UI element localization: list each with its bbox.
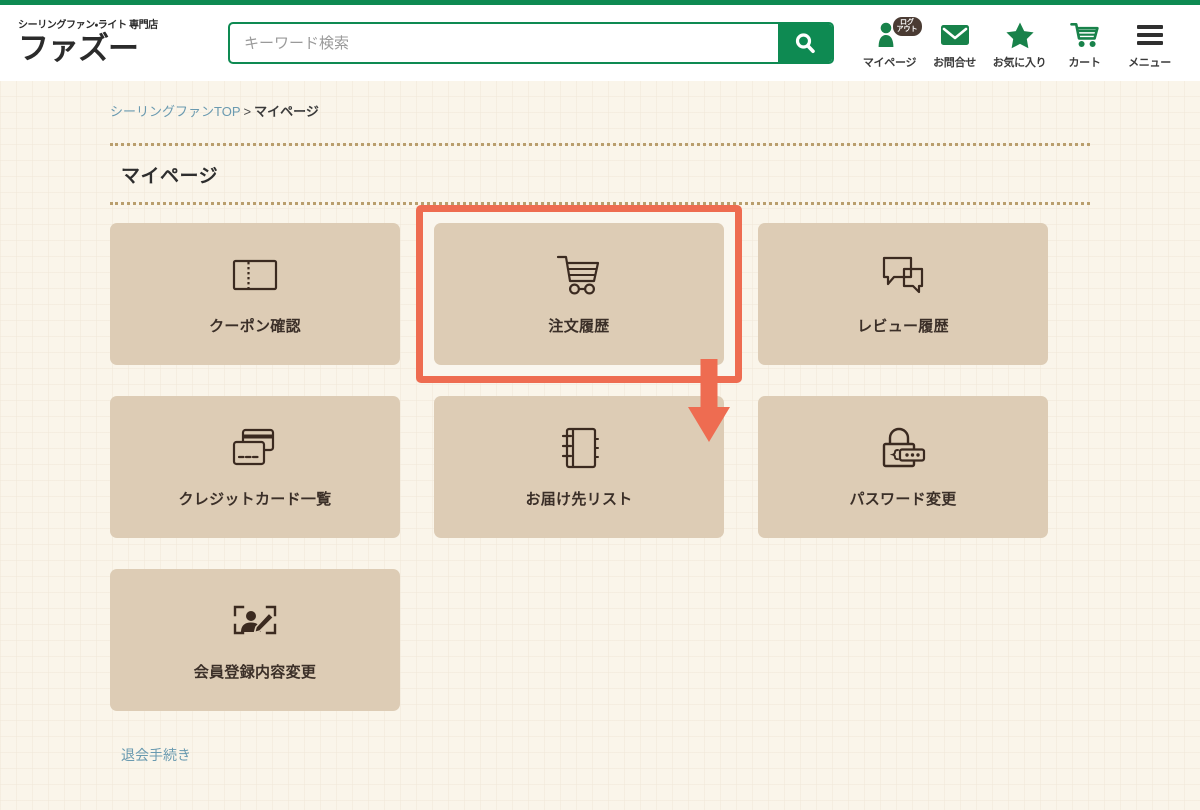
chat-bubbles-icon <box>880 253 926 297</box>
logo-tagline: シーリングファン・ライト 専門店 <box>18 20 158 31</box>
highlight-arrow-annotation <box>688 359 730 442</box>
nav-label-favorites: お気に入り <box>992 57 1047 69</box>
breadcrumb-home-link[interactable]: シーリングファンTOP <box>110 104 241 119</box>
search-button[interactable] <box>778 24 832 62</box>
tile-label-review-history: レビュー履歴 <box>857 317 949 335</box>
hamburger-icon <box>1136 20 1163 50</box>
tile-coupon[interactable]: クーポン確認 <box>110 223 400 365</box>
tile-label-order-history: 注文履歴 <box>548 317 610 335</box>
footer-links: 退会手続き <box>110 745 1090 765</box>
breadcrumb-separator: > <box>243 104 252 119</box>
tile-label-credit-cards: クレジットカード一覧 <box>178 490 332 508</box>
tile-label-password-change: パスワード変更 <box>849 490 957 508</box>
withdraw-link[interactable]: 退会手続き <box>121 747 191 763</box>
page-title: マイページ <box>121 166 219 187</box>
search-bar <box>228 22 834 64</box>
coupon-ticket-icon <box>232 253 278 297</box>
tile-cell-address-list: お届け先リスト <box>434 396 724 538</box>
breadcrumb-current: マイページ <box>254 104 319 119</box>
tile-review-history[interactable]: レビュー履歴 <box>758 223 1048 365</box>
nav-item-cart[interactable]: カート <box>1052 16 1117 70</box>
credit-cards-icon <box>231 426 279 470</box>
tile-cell-order-history: 注文履歴 <box>416 205 742 383</box>
header-nav: ログ アウト マイページ お問合せ お気に入り カート メニュー <box>857 16 1186 70</box>
shopping-cart-icon <box>556 253 602 297</box>
tile-member-edit[interactable]: 会員登録内容変更 <box>110 569 400 711</box>
tile-order-history[interactable]: 注文履歴 <box>434 223 724 365</box>
logout-badge-line2: アウト <box>896 26 918 34</box>
tile-cell-coupon: クーポン確認 <box>110 223 400 365</box>
tile-label-member-edit: 会員登録内容変更 <box>193 663 317 681</box>
nav-label-menu: メニュー <box>1128 57 1171 69</box>
star-icon <box>1005 20 1035 50</box>
tile-cell-password-change: パスワード変更 <box>758 396 1048 538</box>
mypage-tile-grid: クーポン確認 注文履歴 レビュー履歴 クレジットカード一覧 お届け先リスト パス… <box>110 205 1090 711</box>
address-book-icon <box>559 426 599 470</box>
tile-label-coupon: クーポン確認 <box>209 317 301 335</box>
breadcrumb: シーリングファンTOP > マイページ <box>110 81 1090 118</box>
nav-item-menu[interactable]: メニュー <box>1117 16 1182 70</box>
tile-address-list[interactable]: お届け先リスト <box>434 396 724 538</box>
search-input[interactable] <box>230 24 778 62</box>
search-icon <box>795 33 815 54</box>
tile-cell-member-edit: 会員登録内容変更 <box>110 569 400 711</box>
nav-item-mypage[interactable]: ログ アウト マイページ <box>857 16 922 70</box>
tile-cell-review-history: レビュー履歴 <box>758 223 1048 365</box>
nav-label-contact: お問合せ <box>933 57 976 69</box>
padlock-password-icon <box>879 426 927 470</box>
user-icon: ログ アウト <box>877 17 922 50</box>
logo-wordmark: ファズー <box>18 31 139 67</box>
nav-label-mypage: マイページ <box>862 57 917 69</box>
tile-credit-cards[interactable]: クレジットカード一覧 <box>110 396 400 538</box>
logout-badge: ログ アウト <box>892 17 922 36</box>
profile-edit-icon <box>232 599 278 643</box>
tile-password-change[interactable]: パスワード変更 <box>758 396 1048 538</box>
main-content: シーリングファンTOP > マイページ マイページ クーポン確認 注文履歴 レビ… <box>0 81 1200 765</box>
nav-item-favorites[interactable]: お気に入り <box>987 16 1052 70</box>
nav-item-contact[interactable]: お問合せ <box>922 16 987 70</box>
envelope-icon <box>940 20 970 50</box>
nav-label-cart: カート <box>1068 57 1101 69</box>
page-title-block: マイページ <box>110 143 1090 205</box>
site-logo[interactable]: シーリングファン・ライト 専門店 ファズー <box>16 21 206 65</box>
tile-label-address-list: お届け先リスト <box>525 490 633 508</box>
cart-icon <box>1069 20 1100 50</box>
site-header: シーリングファン・ライト 専門店 ファズー ログ アウト マイ <box>0 5 1200 81</box>
tile-cell-credit-cards: クレジットカード一覧 <box>110 396 400 538</box>
